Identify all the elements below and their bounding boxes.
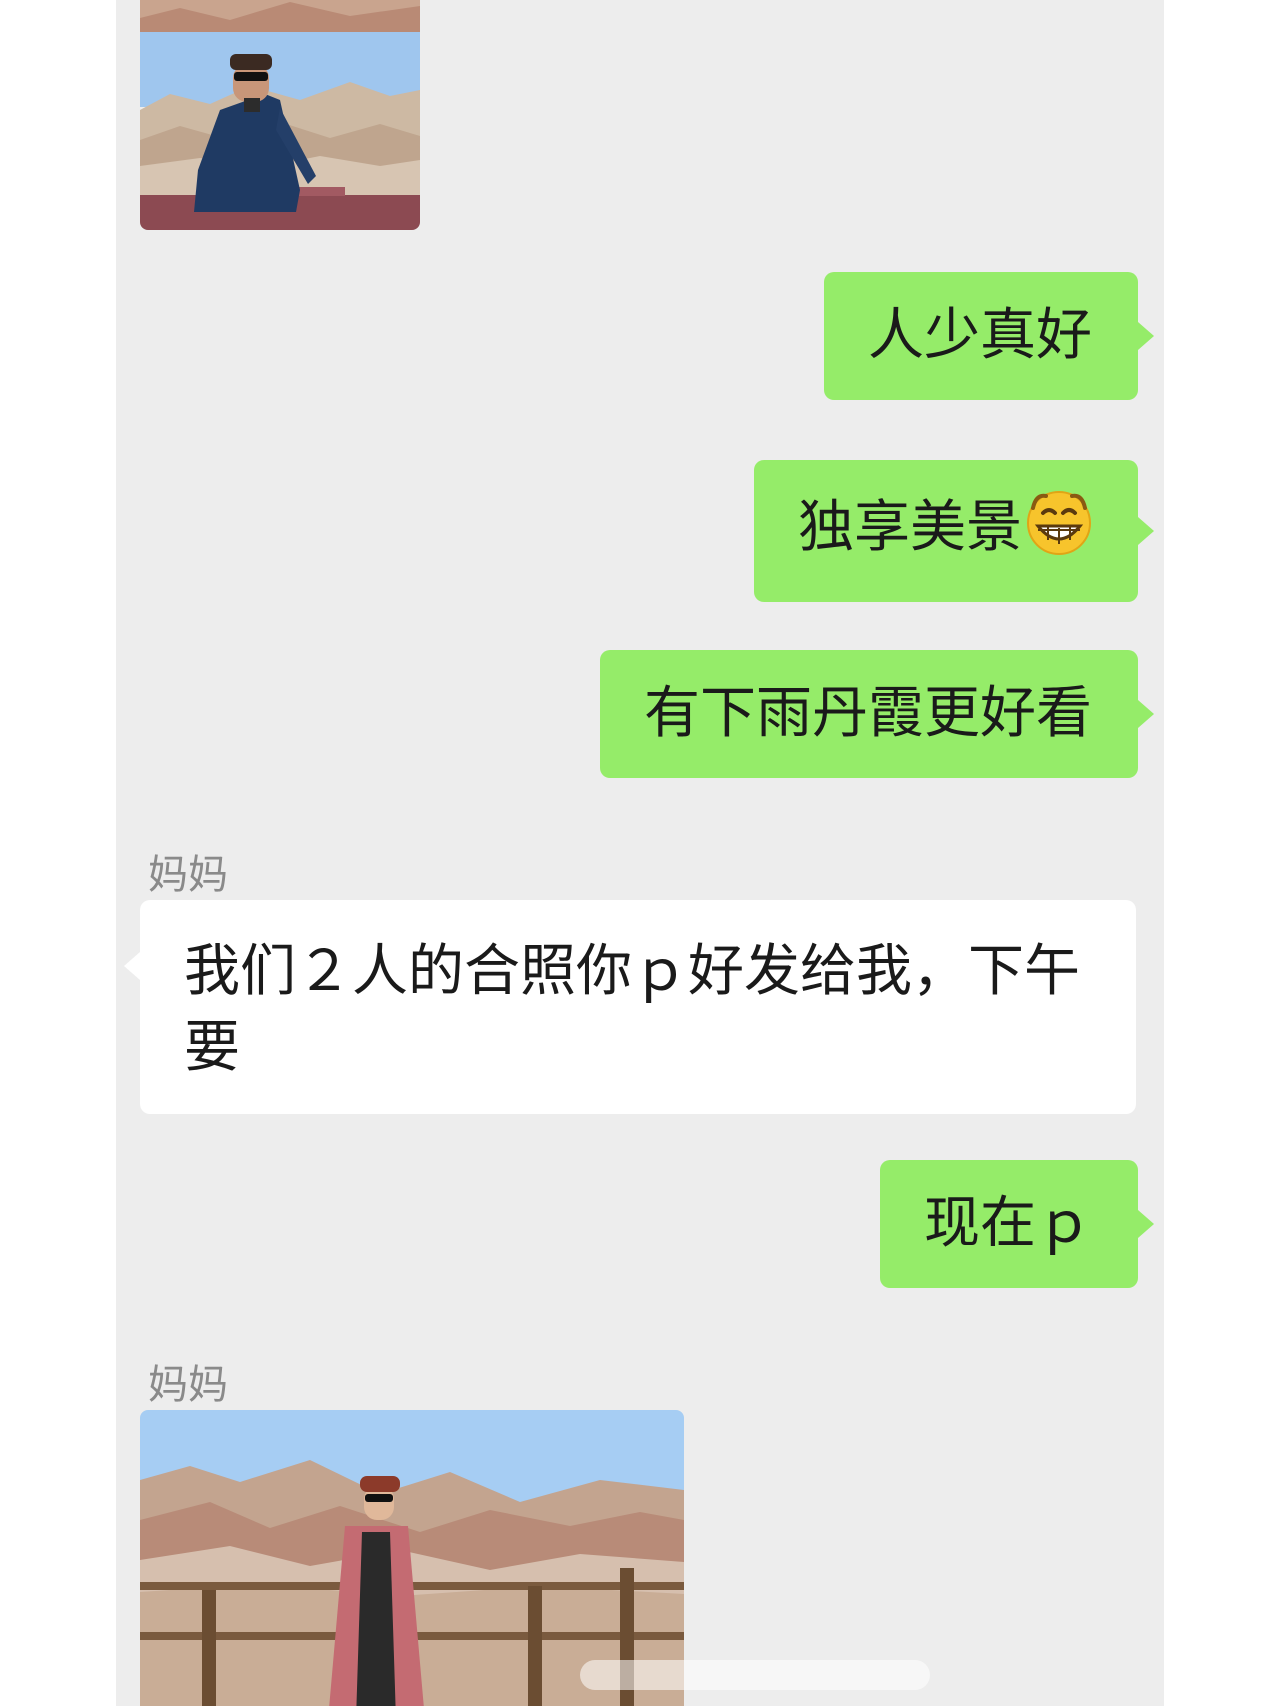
message-bubble-outgoing[interactable]: 有下雨丹霞更好看 (600, 650, 1154, 778)
sender-name: 妈妈 (148, 852, 228, 898)
message-text: 现在ｐ (924, 1191, 1092, 1256)
message-bubble-outgoing[interactable]: 独享美景 (754, 460, 1154, 602)
grinning-face-emoji-icon (1024, 486, 1094, 576)
message-bubble-outgoing[interactable]: 人少真好 (824, 272, 1154, 400)
image-message-man[interactable] (140, 0, 420, 230)
message-text: 独享美景 (798, 495, 1022, 561)
message-bubble-incoming[interactable]: 我们２人的合照你ｐ好发给我，下午要 (124, 900, 1136, 1114)
message-bubble-outgoing[interactable]: 现在ｐ (880, 1160, 1154, 1288)
chat-panel: 人少真好 独享美景 有下雨丹霞更好看 妈妈 我们２人的合照你ｐ好发给我，下午要 (116, 0, 1164, 1706)
message-text: 我们２人的合照你ｐ好发给我，下午要 (184, 939, 1080, 1080)
photo-man-landscape (140, 0, 420, 230)
sender-name: 妈妈 (148, 1362, 228, 1408)
watermark (580, 1660, 930, 1690)
message-text: 人少真好 (868, 303, 1092, 368)
message-text: 有下雨丹霞更好看 (644, 681, 1092, 746)
